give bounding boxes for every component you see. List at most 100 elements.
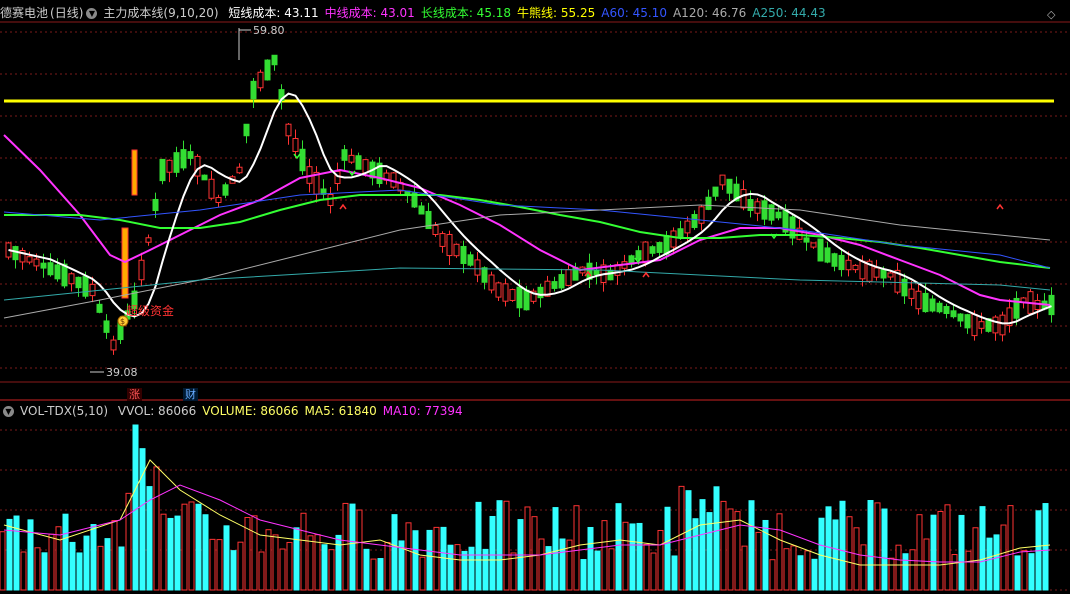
volume-bar-up — [111, 520, 118, 591]
candle-up — [26, 256, 33, 263]
volume-bar-up — [951, 554, 958, 591]
candle-up — [565, 269, 572, 286]
volume-bar-up — [531, 516, 538, 591]
indicator-item-6: A250: 44.43 — [752, 6, 826, 20]
volume-bar-up — [965, 550, 972, 591]
volume-indicator-menu-icon[interactable]: ▼ — [3, 406, 14, 417]
volume-indicator-name[interactable]: VOL-TDX(5,10) — [20, 404, 108, 418]
volume-bar-down — [797, 555, 804, 591]
volume-bar-down — [692, 518, 699, 591]
volume-bar-up — [342, 502, 349, 591]
indicator-item-2: 长线成本: 45.18 — [420, 6, 512, 20]
indicator-name[interactable]: 主力成本线(9,10,20) — [103, 6, 218, 20]
volume-bar-down — [293, 527, 300, 591]
candle-up — [509, 289, 516, 301]
candle-down — [880, 269, 887, 279]
candle-up — [348, 154, 355, 163]
candle-down — [355, 155, 362, 170]
volume-bar-down — [762, 519, 769, 591]
volume-bar-down — [223, 525, 230, 591]
candle-up — [453, 243, 460, 257]
candle-up — [208, 178, 215, 199]
candle-down — [537, 286, 544, 299]
candle-down — [159, 158, 166, 182]
signal-candle — [131, 149, 138, 196]
volume-bar-down — [167, 517, 174, 591]
candle-down — [950, 310, 957, 318]
candle-down — [705, 196, 712, 210]
candle-up — [978, 321, 985, 329]
candle-down — [691, 214, 698, 228]
candle-up — [971, 313, 978, 337]
volume-bar-down — [391, 514, 398, 591]
indicator-menu-icon[interactable]: ▼ — [86, 8, 98, 19]
volume-bar-down — [41, 552, 48, 591]
candle-up — [1034, 299, 1041, 311]
candle-down — [747, 199, 754, 211]
volume-bar-up — [895, 544, 902, 591]
volume-bar-down — [881, 508, 888, 591]
volume-bar-up — [776, 513, 783, 591]
candle-down — [824, 247, 831, 263]
volume-bar-down — [1014, 555, 1021, 591]
candle-up — [362, 159, 369, 174]
candle-down — [173, 152, 180, 173]
period-label[interactable]: (日线) — [50, 6, 83, 20]
volume-bar-up — [503, 500, 510, 591]
volume-bar-down — [818, 517, 825, 591]
volume-bar-up — [34, 547, 41, 591]
candle-up — [236, 166, 243, 174]
candle-up — [215, 197, 222, 203]
candle-down — [201, 174, 208, 181]
signal-badge-text: $ — [120, 317, 125, 326]
volume-bar-down — [440, 526, 447, 591]
candle-down — [936, 302, 943, 313]
volume-bar-up — [524, 506, 531, 591]
volume-bar-down — [993, 534, 1000, 591]
volume-bar-up — [216, 539, 223, 591]
candle-up — [852, 264, 859, 271]
volume-item-2: MA5: 61840 — [304, 404, 377, 418]
candle-up — [68, 273, 75, 285]
candle-down — [656, 242, 663, 253]
candle-up — [684, 220, 691, 234]
volume-bar-up — [188, 501, 195, 591]
candle-up — [859, 260, 866, 280]
candle-down — [180, 149, 187, 169]
candle-up — [439, 233, 446, 247]
volume-bar-up — [650, 552, 657, 591]
indicator-item-1: 中线成本: 43.01 — [324, 6, 415, 20]
volume-bar-up — [258, 551, 265, 591]
candle-up — [810, 242, 817, 248]
volume-bar-down — [76, 552, 83, 591]
candle-down — [964, 314, 971, 329]
volume-bar-down — [699, 499, 706, 591]
candle-down — [54, 264, 61, 280]
expand-diamond-icon[interactable]: ◇ — [1047, 8, 1055, 21]
volume-bar-down — [377, 558, 384, 591]
volume-bar-up — [356, 509, 363, 591]
candle-down — [75, 276, 82, 289]
volume-bar-down — [335, 534, 342, 591]
low-price-label: 39.08 — [106, 366, 138, 379]
stock-chart-canvas[interactable]: 59.80 39.08 $超级资金 — [0, 0, 1070, 594]
candle-down — [516, 286, 523, 309]
candle-down — [264, 59, 271, 81]
candle-up — [166, 159, 173, 173]
candle-up — [719, 174, 726, 186]
volume-bar-up — [741, 545, 748, 591]
volume-bar-down — [748, 500, 755, 591]
candle-down — [96, 303, 103, 313]
volume-bar-down — [90, 524, 97, 591]
volume-bar-down — [958, 514, 965, 591]
candle-down — [481, 267, 488, 283]
indicator-item-0: 短线成本: 43.11 — [228, 6, 319, 20]
rise-marker[interactable]: 涨 — [127, 388, 142, 401]
candle-down — [187, 151, 194, 159]
candle-up — [495, 282, 502, 298]
stock-name[interactable]: 德赛电池 — [0, 6, 48, 20]
candle-up — [740, 189, 747, 209]
finance-marker[interactable]: 财 — [183, 388, 198, 401]
volume-bar-down — [867, 500, 874, 591]
candle-down — [943, 305, 950, 315]
